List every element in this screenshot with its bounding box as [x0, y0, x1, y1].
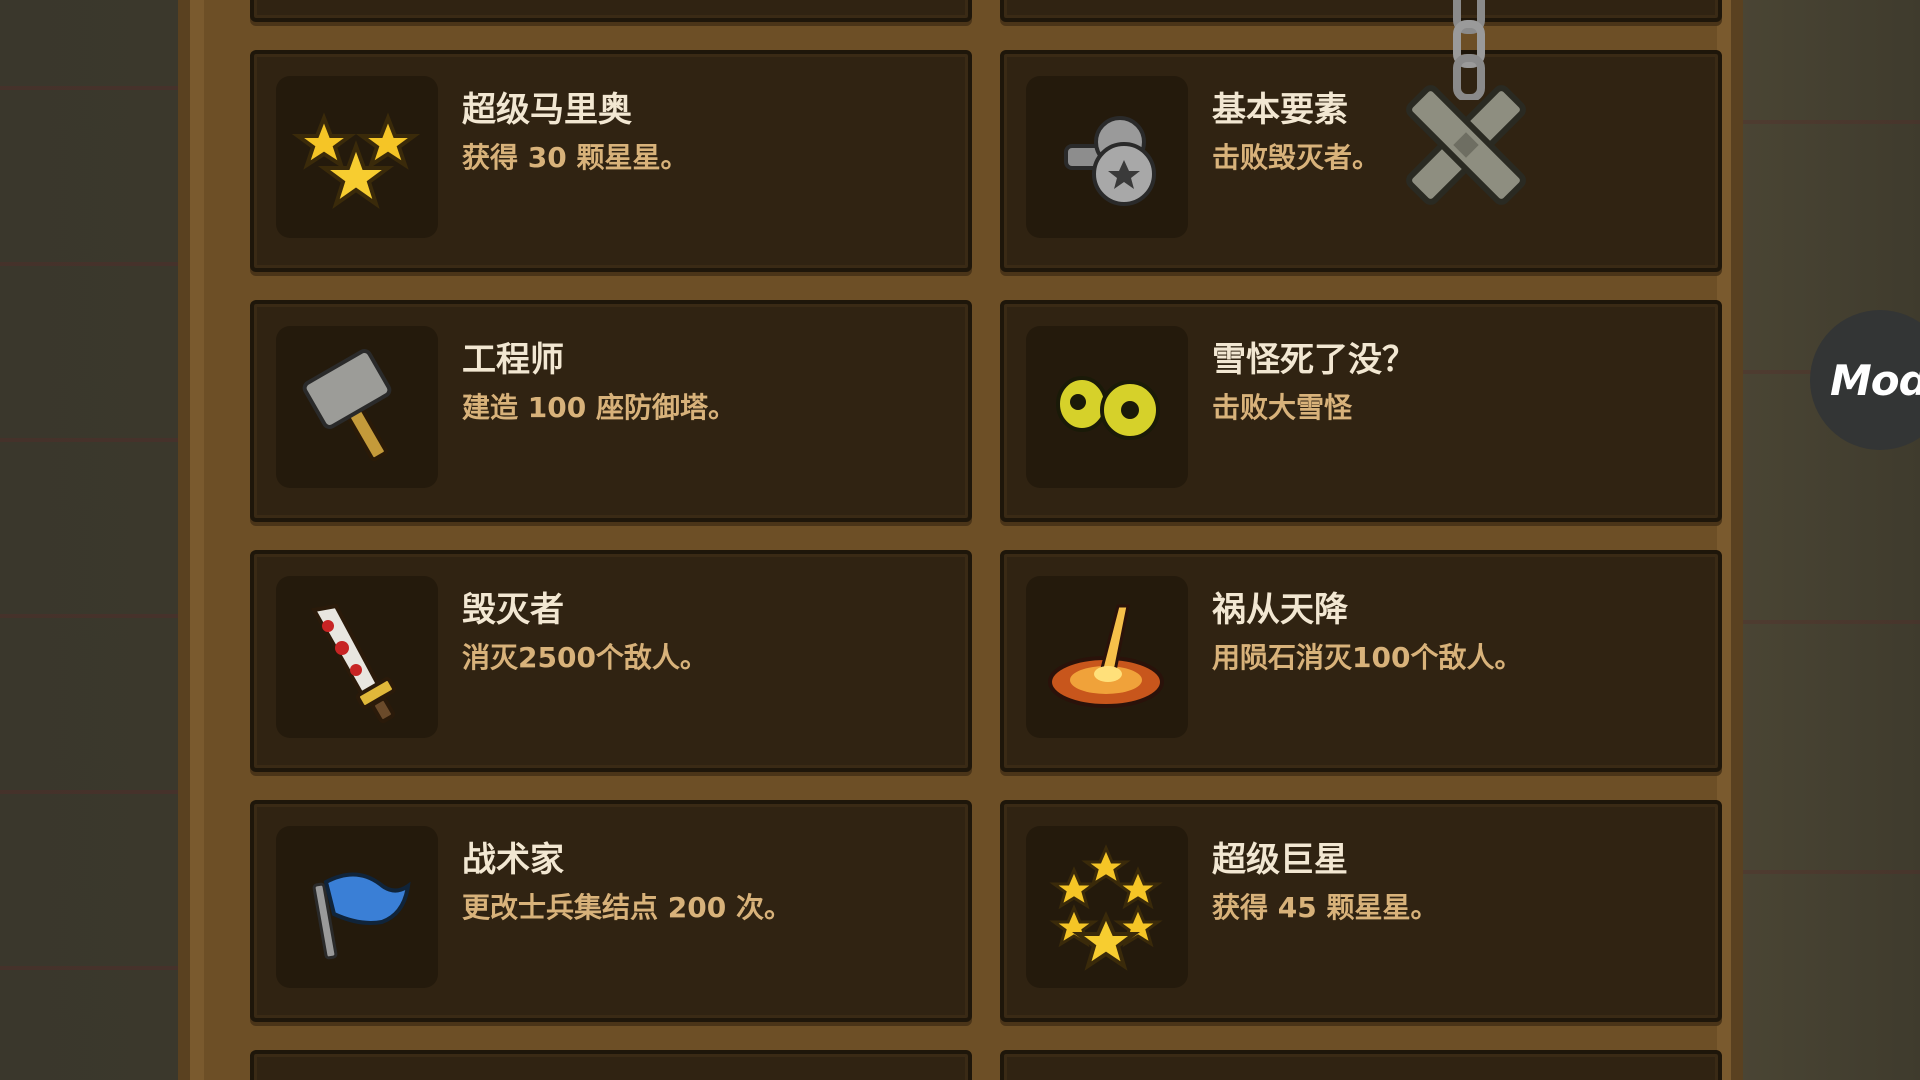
achievement-card[interactable]: 毁灭者 消灭2500个敌人。: [250, 550, 972, 772]
achievement-card[interactable]: 超级马里奥 获得 30 颗星星。: [250, 50, 972, 272]
achievement-card-partial-top-left: [250, 0, 972, 22]
blue-flag-icon: [276, 826, 438, 988]
yeti-eyes-icon: [1026, 326, 1188, 488]
achievement-title: 战术家: [462, 840, 564, 880]
achievement-card[interactable]: 祸从天降 用陨石消灭100个敌人。: [1000, 550, 1722, 772]
achievement-title: 超级巨星: [1212, 840, 1348, 880]
achievement-title: 基本要素: [1212, 90, 1348, 130]
achievement-card-partial-bottom-right: [1000, 1050, 1722, 1080]
achievement-description: 建造 100 座防御塔。: [462, 391, 736, 424]
screws-icon: [1026, 76, 1188, 238]
six-stars-icon: [1026, 826, 1188, 988]
achievement-description: 消灭2500个敌人。: [462, 641, 708, 674]
achievements-board: 超级马里奥 获得 30 颗星星。 基本要素 击败毁灭者。 工程师 建造 100 …: [178, 0, 1743, 1080]
achievement-card[interactable]: 工程师 建造 100 座防御塔。: [250, 300, 972, 522]
close-button[interactable]: [1391, 70, 1541, 220]
achievement-description: 用陨石消灭100个敌人。: [1212, 641, 1523, 674]
achievement-card-partial-bottom-left: [250, 1050, 972, 1080]
mod-button-label: Mod: [1830, 355, 1920, 405]
achievement-description: 获得 45 颗星星。: [1212, 891, 1439, 924]
achievement-card[interactable]: 战术家 更改士兵集结点 200 次。: [250, 800, 972, 1022]
achievement-description: 击败大雪怪: [1212, 391, 1353, 424]
achievement-title: 超级马里奥: [462, 90, 632, 130]
achievement-description: 击败毁灭者。: [1212, 141, 1381, 174]
achievement-card[interactable]: 雪怪死了没？ 击败大雪怪: [1000, 300, 1722, 522]
stone-wall-right: [1740, 0, 1920, 1080]
hammer-icon: [276, 326, 438, 488]
meteor-impact-icon: [1026, 576, 1188, 738]
achievement-card[interactable]: 超级巨星 获得 45 颗星星。: [1000, 800, 1722, 1022]
achievement-title: 毁灭者: [462, 590, 564, 630]
three-stars-icon: [276, 76, 438, 238]
achievement-description: 更改士兵集结点 200 次。: [462, 891, 792, 924]
achievement-card-partial-top-right: [1000, 0, 1722, 22]
achievement-description: 获得 30 颗星星。: [462, 141, 689, 174]
achievement-title: 雪怪死了没？: [1212, 340, 1416, 380]
achievement-title: 祸从天降: [1212, 590, 1348, 630]
close-x-icon: [1406, 85, 1526, 205]
achievement-title: 工程师: [462, 340, 564, 380]
achievement-card[interactable]: 基本要素 击败毁灭者。: [1000, 50, 1722, 272]
bloody-sword-icon: [276, 576, 438, 738]
